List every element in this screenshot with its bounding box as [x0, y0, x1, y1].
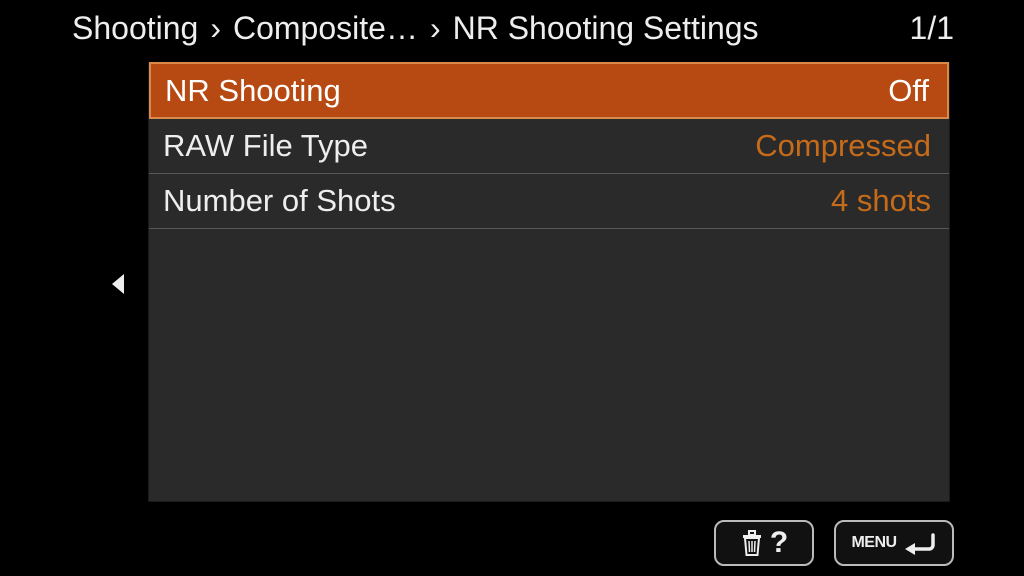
menu-item-nr-shooting[interactable]: NR Shooting Off [149, 62, 949, 119]
help-label: ? [770, 526, 788, 560]
chevron-right-icon: › [210, 10, 221, 47]
breadcrumb-item[interactable]: Shooting [72, 10, 198, 47]
back-arrow-button[interactable] [108, 270, 128, 298]
menu-item-number-of-shots[interactable]: Number of Shots 4 shots [149, 174, 949, 229]
menu-item-label: NR Shooting [165, 73, 341, 109]
settings-panel: NR Shooting Off RAW File Type Compressed… [148, 62, 950, 502]
help-button[interactable]: ? [714, 520, 814, 566]
menu-item-value: 4 shots [831, 183, 931, 219]
breadcrumb: Shooting › Composite… › NR Shooting Sett… [0, 0, 1024, 59]
return-icon [903, 529, 937, 557]
page-indicator: 1/1 [910, 10, 954, 47]
breadcrumb-item: NR Shooting Settings [453, 10, 759, 47]
footer-buttons: ? MENU [714, 520, 954, 566]
trash-icon [740, 529, 764, 557]
chevron-left-icon [110, 272, 126, 296]
menu-label: MENU [851, 534, 896, 552]
menu-item-value: Off [888, 73, 929, 109]
menu-back-button[interactable]: MENU [834, 520, 954, 566]
menu-item-label: Number of Shots [163, 183, 396, 219]
menu-item-raw-file-type[interactable]: RAW File Type Compressed [149, 119, 949, 174]
menu-item-label: RAW File Type [163, 128, 368, 164]
menu-item-value: Compressed [755, 128, 931, 164]
breadcrumb-item[interactable]: Composite… [233, 10, 418, 47]
chevron-right-icon: › [430, 10, 441, 47]
